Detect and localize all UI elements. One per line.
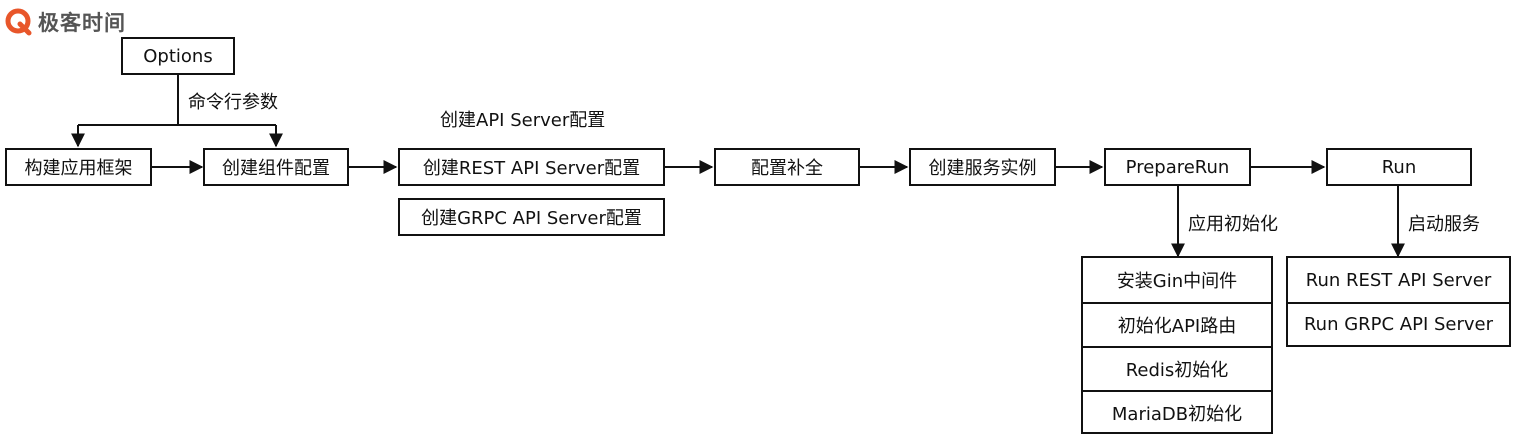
- run-steps-stack: Run REST API Server Run GRPC API Server: [1286, 256, 1511, 347]
- grpc-config-node: 创建GRPC API Server配置: [398, 198, 665, 236]
- options-node: Options: [121, 37, 235, 75]
- config-complete-node: 配置补全: [714, 148, 860, 186]
- build-framework-node: 构建应用框架: [5, 148, 152, 186]
- run-step: Run GRPC API Server: [1288, 302, 1509, 345]
- component-config-node: 创建组件配置: [203, 148, 349, 186]
- run-node: Run: [1326, 148, 1472, 186]
- rest-config-node: 创建REST API Server配置: [398, 148, 665, 186]
- preparerun-node: PrepareRun: [1104, 148, 1251, 186]
- init-step: 初始化API路由: [1083, 302, 1271, 346]
- init-steps-stack: 安装Gin中间件 初始化API路由 Redis初始化 MariaDB初始化: [1081, 256, 1273, 434]
- cli-args-label: 命令行参数: [188, 92, 278, 113]
- init-step: 安装Gin中间件: [1116, 271, 1238, 292]
- service-instance-node: 创建服务实例: [909, 148, 1056, 186]
- api-server-config-label: 创建API Server配置: [440, 110, 606, 131]
- run-step: Run REST API Server: [1305, 269, 1492, 291]
- start-service-label: 启动服务: [1408, 214, 1480, 235]
- init-step: Redis初始化: [1083, 346, 1271, 390]
- init-step: MariaDB初始化: [1083, 390, 1271, 434]
- app-init-label: 应用初始化: [1188, 214, 1278, 235]
